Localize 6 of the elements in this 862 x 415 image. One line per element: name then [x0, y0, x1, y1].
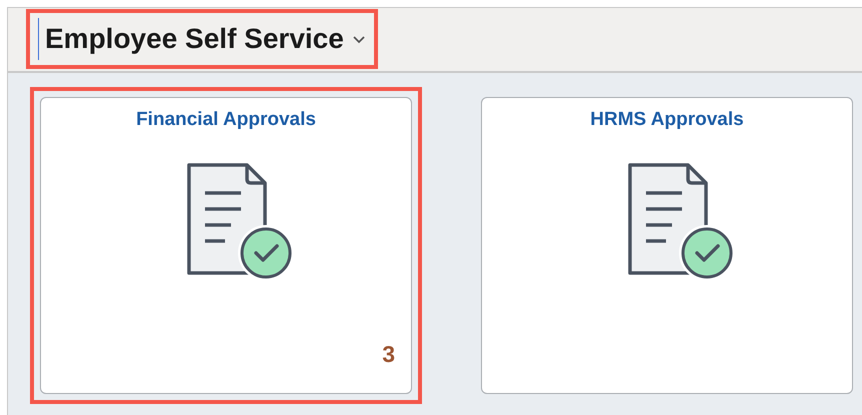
tile-title: HRMS Approvals: [590, 108, 744, 132]
chevron-down-icon: [352, 34, 366, 44]
approvals-tile[interactable]: HRMS Approvals: [481, 97, 853, 394]
approvals-tile[interactable]: Financial Approvals 3: [40, 97, 412, 394]
count-label: 3: [382, 340, 395, 368]
tile-title: Financial Approvals: [136, 108, 316, 132]
